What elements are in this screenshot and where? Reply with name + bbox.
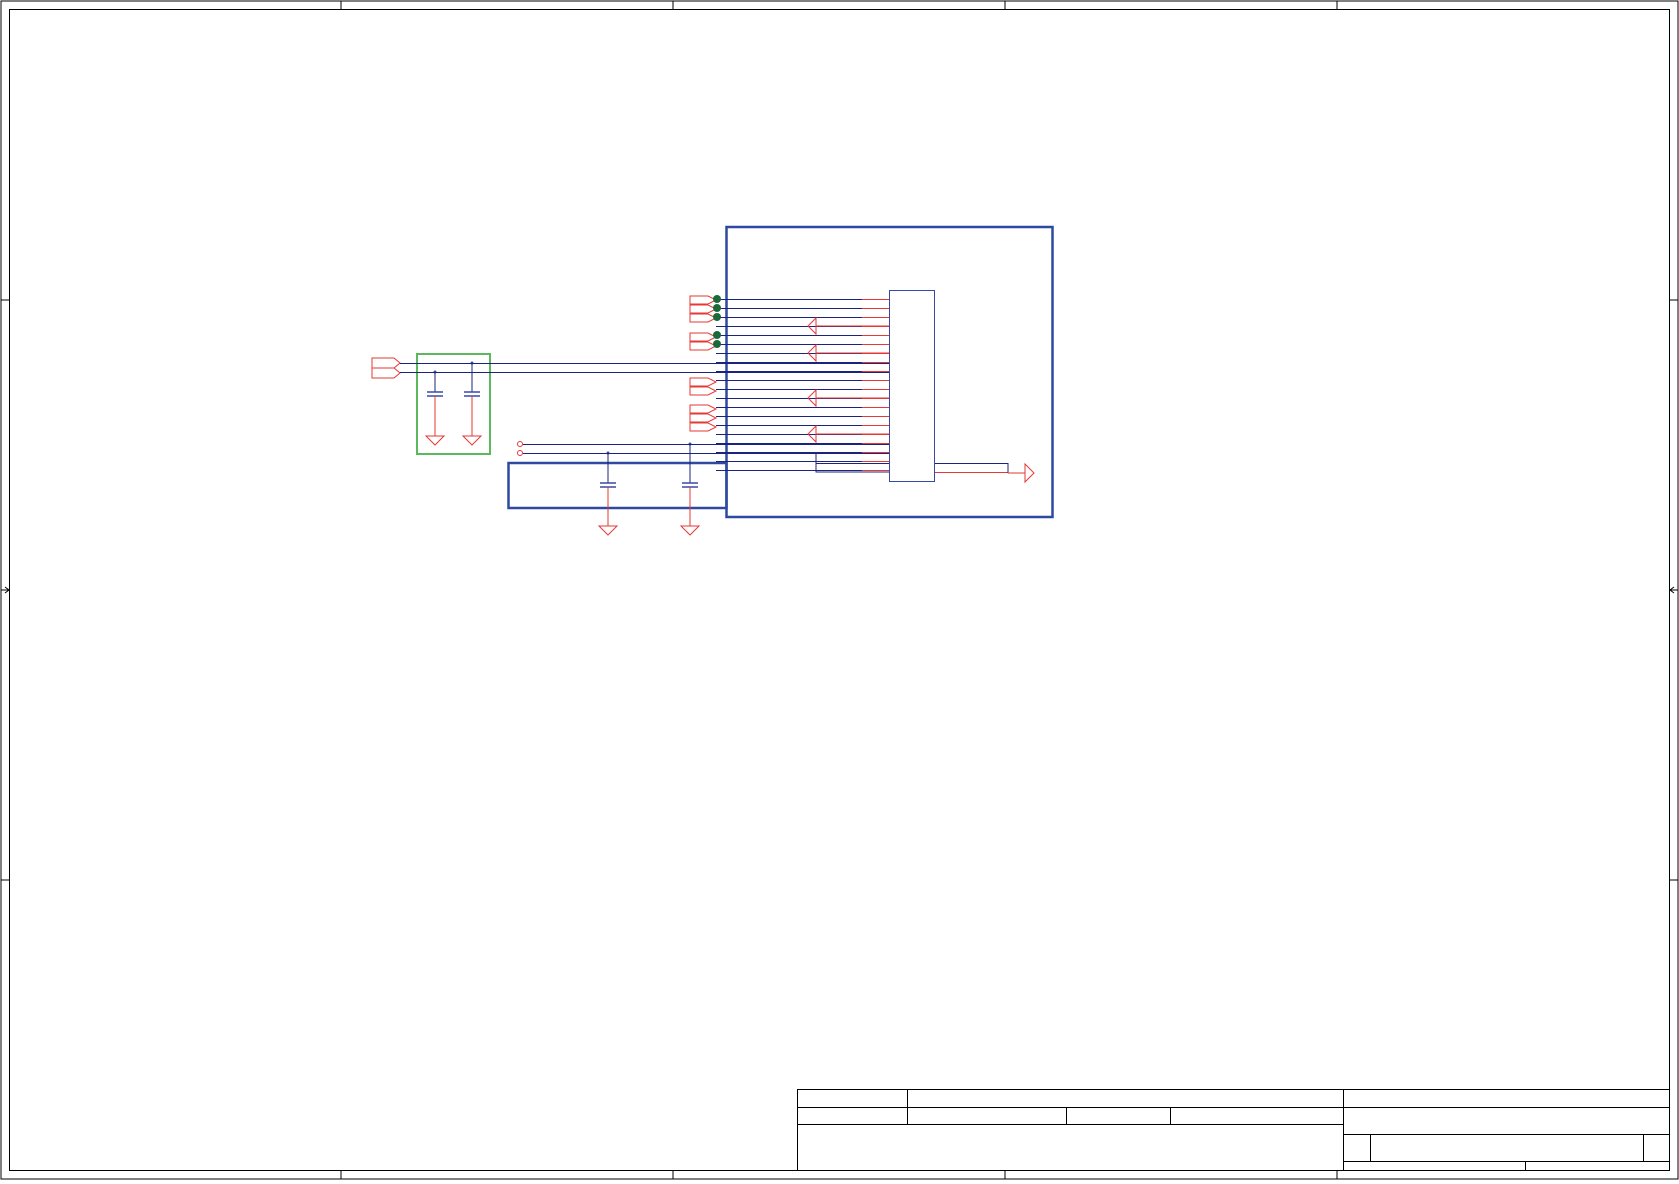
test-point-icon[interactable] [517, 450, 523, 456]
center-arrow-left-icon [1, 586, 10, 594]
net-port-icon[interactable] [689, 386, 718, 396]
net-port-icon[interactable] [689, 377, 718, 387]
junction-dot-icon [713, 340, 721, 348]
decoupling-block-frame [507, 461, 728, 510]
ground-icon [807, 343, 889, 363]
net-port-icon [371, 367, 401, 379]
net-port-icon [371, 357, 401, 369]
title-block [797, 1089, 1670, 1171]
ground-icon [461, 435, 483, 446]
zone-markers [1, 1, 1678, 1179]
junction-dot-icon [713, 295, 721, 303]
net-port-icon[interactable] [689, 404, 718, 414]
net-port-icon[interactable] [689, 422, 718, 432]
ground-icon [807, 424, 889, 444]
ground-icon [679, 525, 701, 536]
net-port-icon[interactable] [689, 332, 718, 342]
bracket-wire [815, 453, 889, 473]
output-port-icon[interactable] [1008, 462, 1035, 484]
schematic-canvas [0, 0, 1679, 1180]
junction-dot-icon [713, 304, 721, 312]
drawing-frame [0, 0, 1679, 1180]
input-net-port[interactable] [371, 357, 401, 379]
ground-symbols [424, 316, 889, 536]
ground-icon [597, 525, 619, 536]
junction-dot-icon [713, 313, 721, 321]
junction-dots [433, 295, 721, 455]
ic-body[interactable] [889, 290, 935, 482]
ground-icon [424, 435, 446, 446]
ground-icon [807, 316, 889, 336]
outer-frame-border [0, 0, 1679, 1180]
net-port-icon[interactable] [689, 341, 718, 351]
junction-dot-icon [713, 331, 721, 339]
net-port-icon[interactable] [689, 304, 718, 314]
title-block-frame [797, 1089, 1670, 1171]
net-port-icon[interactable] [689, 413, 718, 423]
test-point-icon[interactable] [517, 441, 523, 447]
filter-block-frame [416, 353, 491, 455]
center-arrows [1, 586, 1678, 594]
schematic-sheet [0, 0, 1679, 1180]
net-port-icon[interactable] [689, 295, 718, 305]
inner-frame-border [9, 9, 1670, 1171]
net-port-icon[interactable] [689, 313, 718, 323]
center-arrow-right-icon [1669, 586, 1678, 594]
ground-icon [807, 388, 889, 408]
